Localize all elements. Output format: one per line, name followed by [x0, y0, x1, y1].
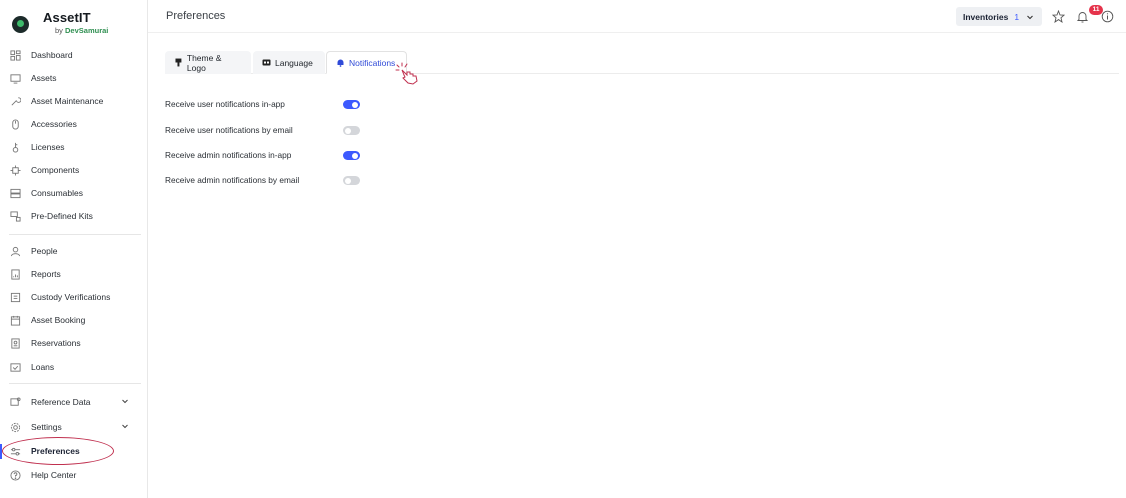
sidebar-item-label: Asset Maintenance — [31, 96, 104, 106]
sidebar-item-label: Assets — [31, 73, 57, 83]
sidebar-item-licenses[interactable]: Licenses — [9, 137, 137, 157]
toggle-user-inapp[interactable] — [343, 100, 360, 109]
sidebar-divider — [9, 383, 141, 384]
sidebar-item-label: Accessories — [31, 119, 77, 129]
sidebar-item-components[interactable]: Components — [9, 160, 137, 180]
sidebar-item-label: Reference Data — [31, 397, 91, 407]
person-icon — [9, 245, 21, 257]
help-icon — [9, 469, 21, 481]
sidebar-item-reports[interactable]: Reports — [9, 264, 137, 284]
inventories-dropdown[interactable]: Inventories 1 — [956, 7, 1042, 26]
star-icon[interactable] — [1052, 10, 1065, 23]
stack-icon — [9, 187, 21, 199]
dashboard-icon — [9, 49, 21, 61]
sidebar-item-asset-maintenance[interactable]: Asset Maintenance — [9, 91, 137, 111]
annotation-ellipse — [2, 437, 114, 465]
tab-label: Theme & Logo — [186, 52, 222, 73]
kit-icon — [9, 210, 21, 222]
sidebar-item-label: Custody Verifications — [31, 292, 111, 302]
sidebar-item-label: Licenses — [31, 142, 65, 152]
brand-name: AssetIT — [43, 10, 91, 25]
chip-icon — [9, 164, 21, 176]
brand-byline: by DevSamurai — [55, 26, 109, 35]
sidebar-item-label: Loans — [31, 362, 55, 372]
sidebar-item-accessories[interactable]: Accessories — [9, 114, 137, 134]
sidebar-item-consumables[interactable]: Consumables — [9, 183, 137, 203]
chevron-down-icon[interactable] — [121, 397, 129, 405]
key-icon — [9, 141, 21, 153]
tab-label: Notifications — [349, 57, 396, 68]
sidebar-divider — [9, 234, 141, 235]
sidebar-item-label: Help Center — [31, 470, 77, 480]
setting-admin-inapp-label: Receive admin notifications in-app — [165, 150, 292, 160]
tab-theme-logo[interactable]: Theme & Logo — [165, 51, 251, 74]
bell-icon[interactable] — [1076, 10, 1089, 23]
sidebar-item-label: Reports — [31, 269, 61, 279]
brush-icon — [175, 58, 182, 67]
calendar-icon — [9, 314, 21, 326]
page-title: Preferences — [166, 10, 226, 22]
mouse-icon — [9, 118, 21, 130]
gear-icon — [9, 421, 21, 433]
reservation-icon — [9, 337, 21, 349]
pointer-hand-icon — [395, 62, 418, 85]
sidebar-item-custody-verifications[interactable]: Custody Verifications — [9, 287, 137, 307]
setting-admin-email-label: Receive admin notifications by email — [165, 175, 300, 185]
sidebar-item-label: Asset Booking — [31, 315, 86, 325]
sidebar-item-reference-data[interactable]: Reference Data — [9, 392, 137, 412]
loan-icon — [9, 361, 21, 373]
sidebar-item-settings[interactable]: Settings — [9, 417, 137, 437]
report-icon — [9, 268, 21, 280]
sidebar-item-label: Components — [31, 165, 80, 175]
sidebar-item-help-center[interactable]: Help Center — [9, 465, 137, 485]
reference-icon — [9, 396, 21, 408]
sidebar-item-label: Dashboard — [31, 50, 73, 60]
inventories-count: 1 — [1014, 11, 1020, 22]
sidebar-item-label: Pre-Defined Kits — [31, 211, 93, 221]
sidebar-item-people[interactable]: People — [9, 241, 137, 261]
tab-language[interactable]: Language — [253, 51, 325, 74]
chevron-down-icon — [1027, 15, 1033, 20]
sidebar-item-label: Consumables — [31, 188, 83, 198]
sidebar-item-label: People — [31, 246, 58, 256]
chevron-down-icon[interactable] — [121, 422, 129, 430]
sidebar: AssetIT by DevSamurai Dashboard Assets A… — [0, 0, 148, 498]
monitor-icon — [9, 72, 21, 84]
sidebar-item-assets[interactable]: Assets — [9, 68, 137, 88]
info-icon[interactable] — [1101, 10, 1114, 23]
toggle-admin-inapp[interactable] — [343, 151, 360, 160]
brand[interactable]: AssetIT by DevSamurai — [12, 9, 144, 39]
assetit-logo-icon — [12, 16, 29, 33]
sidebar-item-loans[interactable]: Loans — [9, 357, 137, 377]
inventories-label: Inventories — [963, 11, 1009, 22]
sidebar-item-pre-defined-kits[interactable]: Pre-Defined Kits — [9, 206, 137, 226]
preferences-tabs: Theme & Logo Language Notifications — [165, 51, 1119, 74]
clipboard-icon — [9, 291, 21, 303]
sidebar-item-label: Settings — [31, 422, 62, 432]
sidebar-item-reservations[interactable]: Reservations — [9, 333, 137, 353]
top-header: Preferences Inventories 1 11 — [148, 0, 1126, 33]
sidebar-item-asset-booking[interactable]: Asset Booking — [9, 310, 137, 330]
sidebar-item-dashboard[interactable]: Dashboard — [9, 45, 137, 65]
setting-user-inapp-label: Receive user notifications in-app — [165, 99, 285, 109]
toggle-admin-email[interactable] — [343, 176, 360, 185]
toggle-user-email[interactable] — [343, 126, 360, 135]
wrench-icon — [9, 95, 21, 107]
language-icon — [262, 59, 271, 66]
sidebar-item-label: Reservations — [31, 338, 81, 348]
setting-user-email-label: Receive user notifications by email — [165, 125, 293, 135]
bell-icon — [337, 59, 344, 67]
tab-label: Language — [275, 57, 313, 68]
